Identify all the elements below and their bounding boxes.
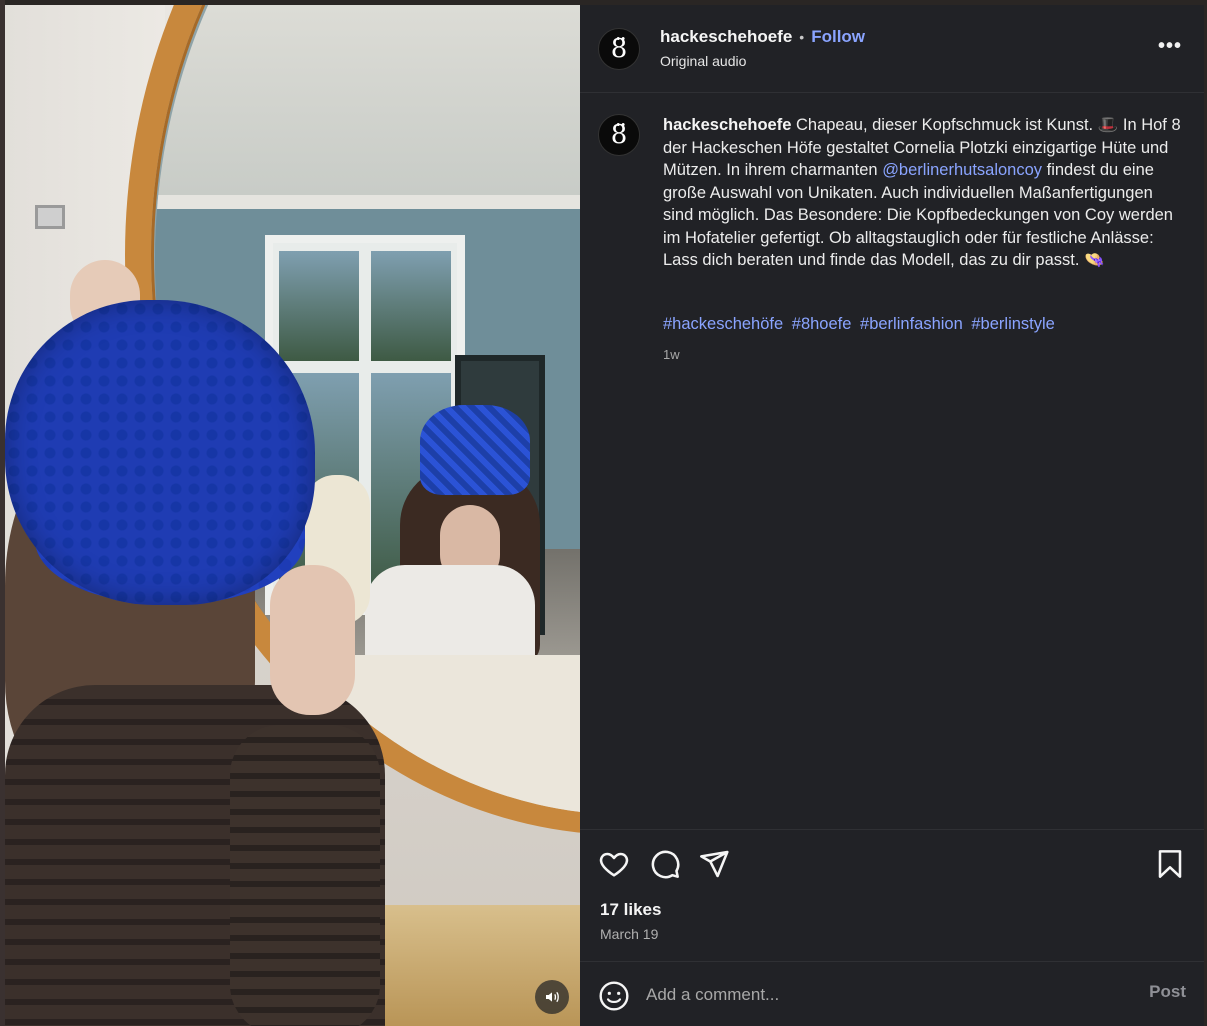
avatar[interactable]: 8̈ [598,28,640,70]
window-pane [371,251,451,361]
hashtag-link[interactable]: #8hoefe [792,315,852,333]
hashtag-link[interactable]: #berlinstyle [971,315,1054,333]
caption-age[interactable]: 1w [663,347,680,362]
caption-section: 8̈ hackeschehoefe Chapeau, dieser Kopfsc… [580,94,1204,829]
mute-button[interactable] [535,980,569,1014]
reflection-cornice [155,195,580,209]
video-woman-hand [270,565,355,715]
window-pane [279,251,359,361]
separator-dot: • [799,29,805,45]
hashtag-link[interactable]: #berlinfashion [860,315,963,333]
comment-icon[interactable] [649,848,681,880]
post-comment-button[interactable]: Post [1149,982,1186,1002]
video-wall-hook [35,205,65,229]
likes-count[interactable]: 17 likes [600,900,661,920]
header-line: hackeschehoefe • Follow [660,27,865,47]
comment-input[interactable] [646,978,1116,1012]
caption-text: hackeschehoefe Chapeau, dieser Kopfschmu… [663,114,1183,272]
actions-section: 17 likes March 19 [580,829,1204,961]
post-date: March 19 [600,926,659,942]
follow-button[interactable]: Follow [811,27,865,47]
audio-link[interactable]: Original audio [660,53,746,69]
more-options-icon[interactable]: ••• [1158,35,1182,58]
hashtag-list: #hackeschehöfe #8hoefe #berlinfashion #b… [663,315,1183,334]
reflection-ceiling [155,5,580,205]
mention-link[interactable]: @berlinerhutsaloncoy [882,161,1042,179]
emoji-icon[interactable] [598,980,630,1012]
post-video[interactable] [5,5,580,1026]
comment-section: Post [580,961,1204,1026]
heart-icon[interactable] [598,848,630,880]
video-blue-hat [5,300,315,605]
post-details-panel: 8̈ hackeschehoefe • Follow Original audi… [580,5,1204,1026]
bookmark-icon[interactable] [1154,848,1186,880]
username-link[interactable]: hackeschehoefe [660,27,792,47]
avatar[interactable]: 8̈ [598,114,640,156]
video-woman-arm [230,725,380,1026]
post-header: 8̈ hackeschehoefe • Follow Original audi… [580,5,1204,93]
hashtag-link[interactable]: #hackeschehöfe [663,315,783,333]
share-icon[interactable] [698,848,730,880]
reflection-hat [420,405,530,495]
speaker-icon [546,991,559,1003]
caption-username-link[interactable]: hackeschehoefe [663,116,791,134]
